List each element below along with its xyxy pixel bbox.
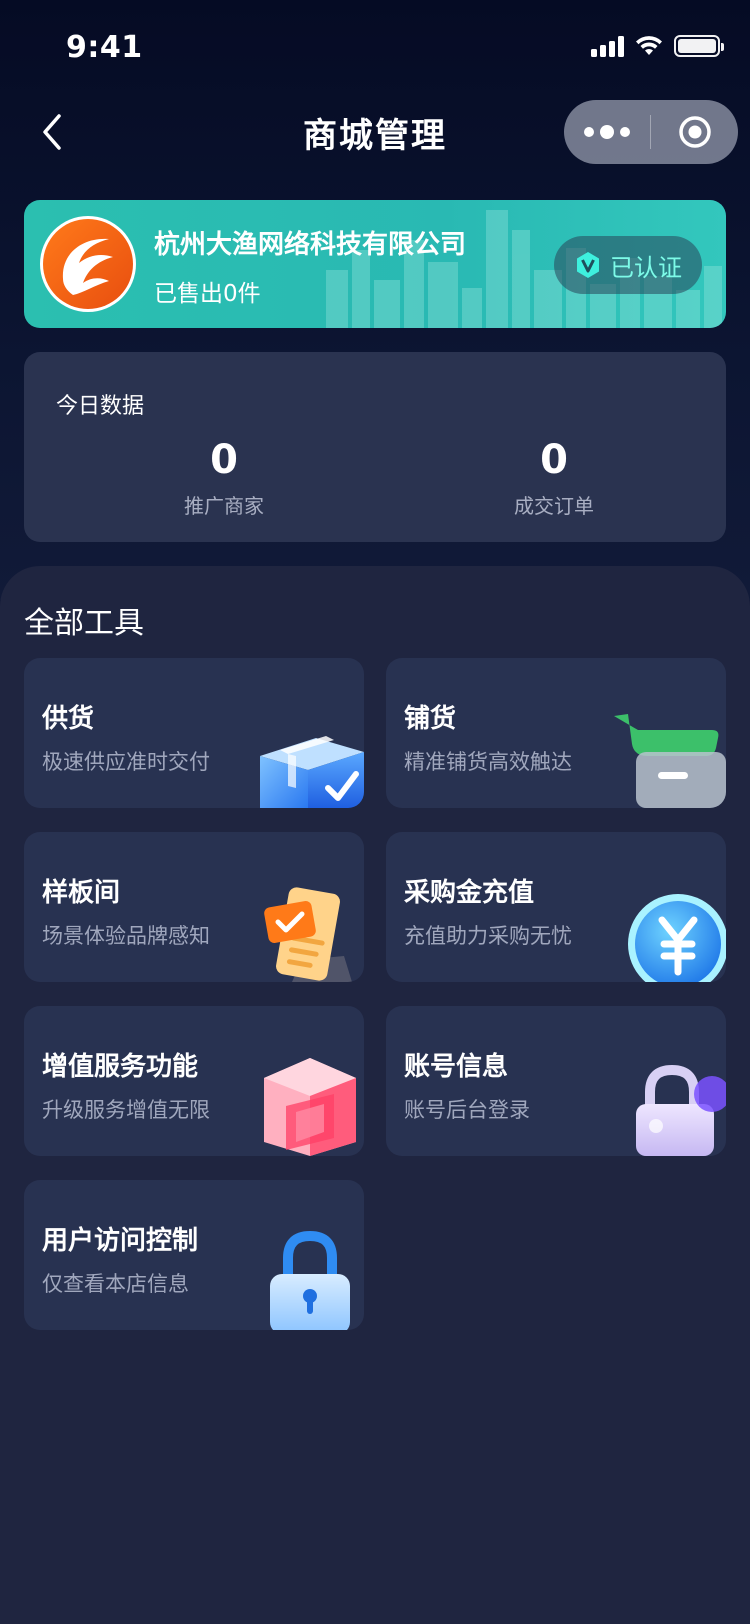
tool-name: 样板间 xyxy=(42,878,121,908)
today-data-card: 今日数据 0 推广商家 0 成交订单 xyxy=(24,352,726,542)
tool-name: 用户访问控制 xyxy=(42,1226,199,1256)
tool-name: 采购金充值 xyxy=(404,878,535,908)
tool-name: 账号信息 xyxy=(404,1052,509,1082)
stat-label: 成交订单 xyxy=(514,494,594,518)
dot-icon xyxy=(584,127,594,137)
tool-desc: 充值助力采购无忧 xyxy=(404,924,572,948)
status-bar: 9:41 xyxy=(0,0,750,88)
tool-desc: 精准铺货高效触达 xyxy=(404,750,572,774)
tools-section-title: 全部工具 xyxy=(24,606,144,641)
verified-badge: 已认证 xyxy=(554,236,702,294)
target-circle-icon xyxy=(678,116,711,148)
tool-card-user-access-control[interactable]: 用户访问控制 仅查看本店信息 xyxy=(24,1180,364,1330)
stat-label: 推广商家 xyxy=(184,494,264,518)
battery-icon xyxy=(674,35,724,57)
stat-value: 0 xyxy=(210,437,238,483)
verified-label: 已认证 xyxy=(610,253,682,282)
yuan-coin-icon xyxy=(628,894,726,982)
tool-name: 供货 xyxy=(42,704,95,734)
sold-count: 已售出0件 xyxy=(154,281,261,307)
company-logo xyxy=(40,216,136,312)
tool-name: 铺货 xyxy=(404,704,457,734)
checklist-icon xyxy=(264,887,352,982)
dot-icon xyxy=(620,127,630,137)
close-mini-program-button[interactable] xyxy=(651,115,738,149)
tool-desc: 升级服务增值无限 xyxy=(42,1098,210,1122)
account-lock-icon xyxy=(636,1064,726,1156)
company-name: 杭州大渔网络科技有限公司 xyxy=(154,230,467,260)
blue-lock-icon xyxy=(270,1230,350,1330)
box-icon xyxy=(260,736,364,808)
verified-v-icon xyxy=(577,252,599,278)
cube-icon xyxy=(264,1058,356,1156)
status-time: 9:41 xyxy=(66,30,143,65)
wifi-icon xyxy=(636,36,662,55)
more-menu-button[interactable] xyxy=(564,125,650,139)
dot-icon xyxy=(600,125,614,139)
stat-completed-orders[interactable]: 0 成交订单 xyxy=(454,436,654,519)
tool-card-value-added-services[interactable]: 增值服务功能 升级服务增值无限 xyxy=(24,1006,364,1156)
today-data-title: 今日数据 xyxy=(56,394,145,419)
company-card[interactable]: 杭州大渔网络科技有限公司 已售出0件 已认证 xyxy=(24,200,726,328)
stat-promoted-merchants[interactable]: 0 推广商家 xyxy=(124,436,324,519)
tool-desc: 场景体验品牌感知 xyxy=(42,924,210,948)
tool-card-distribution[interactable]: 铺货 精准铺货高效触达 xyxy=(386,658,726,808)
mini-program-capsule xyxy=(564,100,738,164)
tool-desc: 极速供应准时交付 xyxy=(42,750,210,774)
tool-card-account-info[interactable]: 账号信息 账号后台登录 xyxy=(386,1006,726,1156)
nav-bar: 商城管理 xyxy=(0,96,750,168)
tools-panel: 全部工具 供货 极速供应准时交付 铺货 精准铺货高效触达 样板间 场景体验品牌感… xyxy=(0,566,750,1624)
tool-desc: 仅查看本店信息 xyxy=(42,1272,189,1296)
tool-card-supply[interactable]: 供货 极速供应准时交付 xyxy=(24,658,364,808)
signal-icon xyxy=(591,35,624,57)
tool-name: 增值服务功能 xyxy=(42,1052,199,1082)
stat-value: 0 xyxy=(540,437,568,483)
cart-icon xyxy=(614,714,726,808)
tool-card-showroom[interactable]: 样板间 场景体验品牌感知 xyxy=(24,832,364,982)
tool-desc: 账号后台登录 xyxy=(404,1098,530,1122)
status-icons xyxy=(591,34,724,58)
tool-card-purchase-recharge[interactable]: 采购金充值 充值助力采购无忧 xyxy=(386,832,726,982)
